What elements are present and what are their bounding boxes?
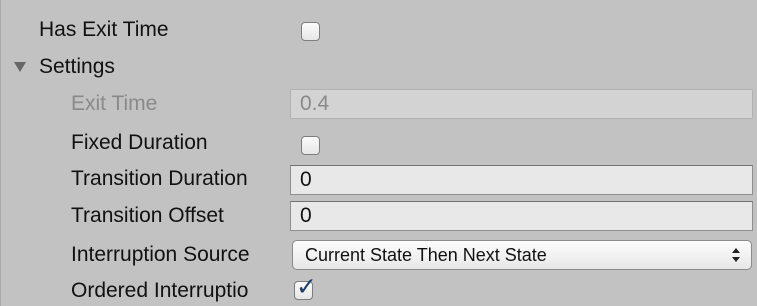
transition-offset-label: Transition Offset xyxy=(71,204,224,227)
transition-offset-field[interactable]: 0 xyxy=(290,201,753,231)
transition-duration-label: Transition Duration xyxy=(71,167,248,190)
fixed-duration-checkbox[interactable] xyxy=(301,136,320,155)
transition-duration-field[interactable]: 0 xyxy=(290,165,753,195)
ordered-interruption-checkbox[interactable]: ✓ xyxy=(294,275,317,300)
updown-arrows-icon xyxy=(731,241,741,269)
checkmark-icon: ✓ xyxy=(296,273,317,301)
has-exit-time-label: Has Exit Time xyxy=(39,18,169,41)
triangle-down-icon[interactable] xyxy=(14,62,26,72)
transition-settings-panel: Has Exit Time Settings Exit Time 0.4 Fix… xyxy=(0,0,757,306)
settings-foldout-label[interactable]: Settings xyxy=(39,55,115,79)
exit-time-label: Exit Time xyxy=(71,92,158,115)
interruption-source-label: Interruption Source xyxy=(71,243,250,266)
interruption-source-value: Current State Then Next State xyxy=(305,245,547,265)
fixed-duration-label: Fixed Duration xyxy=(71,131,208,154)
ordered-interruption-label: Ordered Interruptio xyxy=(71,279,249,302)
exit-time-field[interactable]: 0.4 xyxy=(290,89,753,119)
has-exit-time-checkbox[interactable] xyxy=(301,22,320,41)
interruption-source-dropdown[interactable]: Current State Then Next State xyxy=(292,240,752,270)
